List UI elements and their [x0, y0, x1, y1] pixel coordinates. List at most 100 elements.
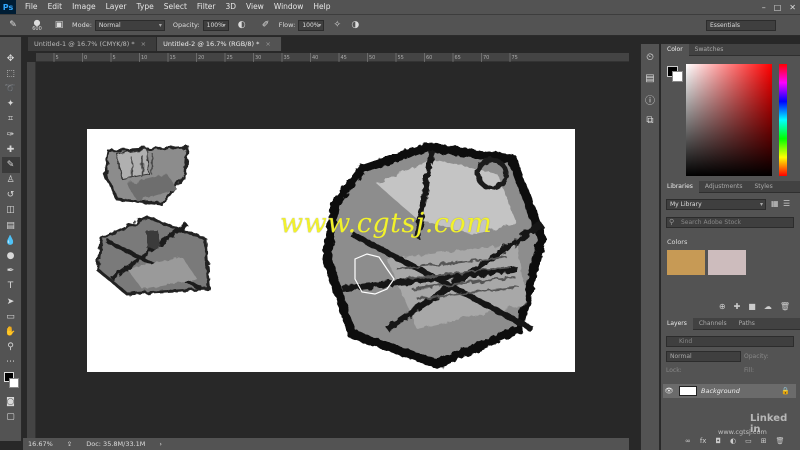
lock-icon[interactable]: 🔒: [781, 387, 790, 395]
foreground-background-colors[interactable]: [2, 370, 20, 394]
document-canvas[interactable]: www.cgtsj.com: [87, 129, 575, 372]
airbrush-icon[interactable]: ✐: [259, 18, 273, 32]
trash-icon[interactable]: 🗑: [780, 302, 790, 311]
library-dropdown[interactable]: My Library: [666, 199, 766, 210]
add-content-icon[interactable]: ⊕: [719, 302, 726, 311]
visibility-eye-icon[interactable]: 👁: [663, 387, 675, 395]
screen-mode-icon[interactable]: ▢: [2, 409, 20, 424]
share-icon[interactable]: ⇪: [67, 440, 72, 448]
clone-stamp-tool-icon[interactable]: ♙: [2, 173, 20, 188]
link-layers-icon[interactable]: ∞: [685, 437, 691, 445]
maximize-icon[interactable]: □: [774, 3, 782, 12]
type-tool-icon[interactable]: T: [2, 279, 20, 294]
cloud-sync-icon[interactable]: ☁: [764, 302, 772, 311]
zoom-level[interactable]: 16.67%: [28, 440, 53, 448]
list-view-icon[interactable]: ☰: [783, 199, 790, 208]
tab-swatches[interactable]: Swatches: [689, 44, 730, 56]
shape-tool-icon[interactable]: ▭: [2, 309, 20, 324]
properties-panel-icon[interactable]: ▤: [643, 71, 657, 85]
color-panel-fg-bg[interactable]: [667, 66, 683, 82]
close-icon[interactable]: ×: [141, 40, 146, 48]
new-layer-icon[interactable]: ⊞: [761, 437, 767, 445]
layer-row-background[interactable]: 👁 Background 🔒: [663, 384, 796, 398]
menu-edit[interactable]: Edit: [43, 0, 68, 14]
tab-color[interactable]: Color: [661, 43, 689, 56]
hand-tool-icon[interactable]: ✋: [2, 324, 20, 339]
paragraph-panel-icon[interactable]: ⧉: [643, 113, 657, 127]
history-brush-tool-icon[interactable]: ↺: [2, 188, 20, 203]
adjustment-layer-icon[interactable]: ◐: [730, 437, 736, 445]
tab-untitled-2[interactable]: Untitled-2 @ 16.7% (RGB/8) * ×: [157, 37, 282, 51]
close-icon[interactable]: ✕: [789, 3, 796, 12]
quick-selection-tool-icon[interactable]: ✦: [2, 97, 20, 112]
menu-layer[interactable]: Layer: [101, 0, 132, 14]
layer-kind-filter[interactable]: Kind: [666, 336, 794, 347]
quick-mask-icon[interactable]: ◙: [2, 394, 20, 409]
menu-view[interactable]: View: [241, 0, 269, 14]
healing-brush-tool-icon[interactable]: ✚: [2, 142, 20, 157]
status-menu-icon[interactable]: ›: [159, 440, 162, 448]
info-panel-icon[interactable]: ⓘ: [643, 92, 657, 107]
crop-tool-icon[interactable]: ⌗: [2, 112, 20, 127]
library-color-swatch[interactable]: [667, 250, 705, 275]
history-panel-icon[interactable]: ⏲: [643, 50, 657, 64]
zoom-tool-icon[interactable]: ⚲: [2, 340, 20, 355]
horizontal-ruler: 5 0 5 10 15 20 25 30 35 40 45 50 55 60 65 70 75: [36, 53, 629, 62]
eyedropper-tool-icon[interactable]: ✑: [2, 127, 20, 142]
menu-help[interactable]: Help: [308, 0, 335, 14]
background-color-swatch[interactable]: [672, 71, 683, 82]
tab-styles[interactable]: Styles: [749, 181, 779, 193]
delete-layer-icon[interactable]: 🗑: [776, 437, 785, 445]
menu-select[interactable]: Select: [159, 0, 192, 14]
doc-size[interactable]: Doc: 35.8M/33.1M: [86, 440, 145, 448]
brush-preset-picker[interactable]: ● 600: [26, 18, 48, 32]
hue-slider[interactable]: [779, 64, 787, 176]
tab-layers[interactable]: Layers: [661, 317, 693, 330]
tab-untitled-1[interactable]: Untitled-1 @ 16.7% (CMYK/8) * ×: [28, 37, 158, 51]
airbrush-mode-icon[interactable]: ✧: [330, 18, 344, 32]
path-selection-tool-icon[interactable]: ➤: [2, 294, 20, 309]
background-color-swatch[interactable]: [8, 377, 19, 388]
dodge-tool-icon[interactable]: ●: [2, 248, 20, 263]
new-group-icon[interactable]: ▭: [745, 437, 752, 445]
library-color-swatch[interactable]: [708, 250, 746, 275]
brush-panel-toggle-icon[interactable]: ▣: [52, 18, 66, 32]
add-foreground-icon[interactable]: ■: [748, 302, 756, 311]
pressure-size-icon[interactable]: ◑: [348, 18, 362, 32]
minimize-icon[interactable]: –: [762, 3, 766, 12]
adobe-stock-search[interactable]: Search Adobe Stock: [666, 217, 794, 228]
tab-channels[interactable]: Channels: [693, 318, 733, 330]
menu-file[interactable]: File: [20, 0, 43, 14]
tab-libraries[interactable]: Libraries: [661, 180, 699, 193]
mode-dropdown[interactable]: Normal: [94, 19, 165, 31]
menu-filter[interactable]: Filter: [192, 0, 221, 14]
pen-tool-icon[interactable]: ✒: [2, 264, 20, 279]
tab-paths[interactable]: Paths: [733, 318, 761, 330]
menu-3d[interactable]: 3D: [220, 0, 241, 14]
eraser-tool-icon[interactable]: ◫: [2, 203, 20, 218]
grid-view-icon[interactable]: ▦: [771, 199, 779, 208]
fx-icon[interactable]: fx: [700, 437, 707, 445]
pressure-opacity-icon[interactable]: ◐: [235, 18, 249, 32]
opacity-field[interactable]: 100%: [202, 19, 229, 31]
workspace-switcher[interactable]: Essentials: [706, 20, 776, 31]
opacity-label: Opacity:: [172, 21, 200, 29]
menu-type[interactable]: Type: [132, 0, 159, 14]
tab-adjustments[interactable]: Adjustments: [699, 181, 749, 193]
marquee-tool-icon[interactable]: ⬚: [2, 66, 20, 81]
move-tool-icon[interactable]: ✥: [2, 51, 20, 66]
brush-tool-icon[interactable]: ✎: [1, 157, 20, 173]
menu-image[interactable]: Image: [67, 0, 101, 14]
more-tools-icon[interactable]: ⋯: [2, 355, 20, 370]
blur-tool-icon[interactable]: 💧: [2, 233, 20, 248]
color-field[interactable]: [686, 64, 772, 176]
gradient-tool-icon[interactable]: ▤: [2, 218, 20, 233]
layer-blend-mode[interactable]: Normal: [666, 351, 741, 362]
add-graphic-icon[interactable]: ✚: [734, 302, 741, 311]
menu-window[interactable]: Window: [269, 0, 309, 14]
flow-field[interactable]: 100%: [298, 19, 325, 31]
lasso-tool-icon[interactable]: ➰: [2, 81, 20, 96]
close-icon[interactable]: ×: [265, 40, 270, 48]
brush-tool-preset-icon[interactable]: ✎: [6, 18, 20, 32]
add-mask-icon[interactable]: ◘: [715, 437, 721, 445]
